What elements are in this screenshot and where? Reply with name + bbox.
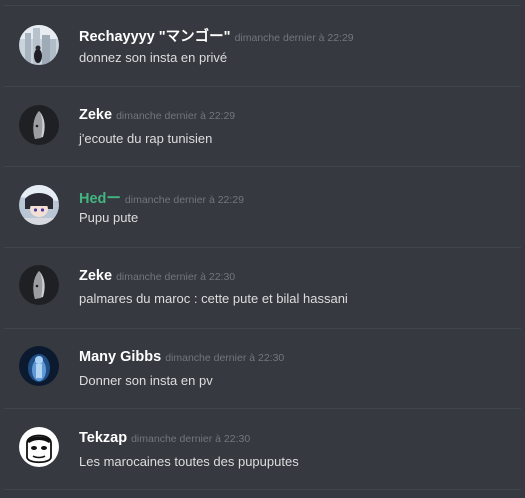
message-list: Rechayyyy "マンゴー" dimanche dernier à 22:29… xyxy=(0,0,525,498)
message-content: j'ecoute du rap tunisien xyxy=(79,131,213,146)
message-header: Tekzap dimanche dernier à 22:30 xyxy=(79,429,250,447)
anime-character-avatar-icon[interactable] xyxy=(19,185,59,225)
message-item[interactable]: Hedー dimanche dernier à 22:29 Pupu pute xyxy=(0,167,525,247)
username[interactable]: Hedー xyxy=(79,191,121,207)
username[interactable]: Zeke xyxy=(79,268,112,284)
timestamp: dimanche dernier à 22:29 xyxy=(234,32,354,44)
timestamp: dimanche dernier à 22:30 xyxy=(131,433,251,445)
message-item[interactable]: Zeke dimanche dernier à 22:29 j'ecoute du… xyxy=(0,87,525,167)
city-photo-avatar-icon[interactable] xyxy=(19,25,59,65)
timestamp: dimanche dernier à 22:29 xyxy=(116,110,236,122)
message-header: Hedー dimanche dernier à 22:29 xyxy=(79,187,244,208)
message-header: Zeke dimanche dernier à 22:30 xyxy=(79,267,235,285)
message-item[interactable]: Zeke dimanche dernier à 22:30 palmares du… xyxy=(0,248,525,328)
dark-hooded-face-avatar-icon[interactable] xyxy=(19,105,59,145)
timestamp: dimanche dernier à 22:30 xyxy=(165,352,285,364)
username[interactable]: Tekzap xyxy=(79,430,127,446)
message-item[interactable]: Many Gibbs dimanche dernier à 22:30 Donne… xyxy=(0,329,525,409)
message-content: Donner son insta en pv xyxy=(79,373,213,388)
message-content: Pupu pute xyxy=(79,210,139,225)
timestamp: dimanche dernier à 22:29 xyxy=(124,194,244,206)
message-header: Zeke dimanche dernier à 22:29 xyxy=(79,106,235,124)
message-header: Many Gibbs dimanche dernier à 22:30 xyxy=(79,348,284,366)
username[interactable]: Many Gibbs xyxy=(79,349,161,365)
timestamp: dimanche dernier à 22:30 xyxy=(116,271,236,283)
message-item[interactable]: Rechayyyy "マンゴー" dimanche dernier à 22:29… xyxy=(0,6,525,86)
cartoon-face-avatar-icon[interactable] xyxy=(19,427,59,467)
username[interactable]: Rechayyyy "マンゴー" xyxy=(79,29,231,45)
blue-figure-avatar-icon[interactable] xyxy=(19,346,59,386)
username[interactable]: Zeke xyxy=(79,107,112,123)
message-item[interactable]: Tekzap dimanche dernier à 22:30 Les maroc… xyxy=(0,409,525,489)
message-header: Rechayyyy "マンゴー" dimanche dernier à 22:29 xyxy=(79,25,354,46)
message-content: Les marocaines toutes des pupuputes xyxy=(79,454,299,469)
message-content: palmares du maroc : cette pute et bilal … xyxy=(79,291,348,306)
message-content: donnez son insta en privé xyxy=(79,50,228,65)
message-divider xyxy=(4,489,521,490)
dark-hooded-face-avatar-icon[interactable] xyxy=(19,265,59,305)
